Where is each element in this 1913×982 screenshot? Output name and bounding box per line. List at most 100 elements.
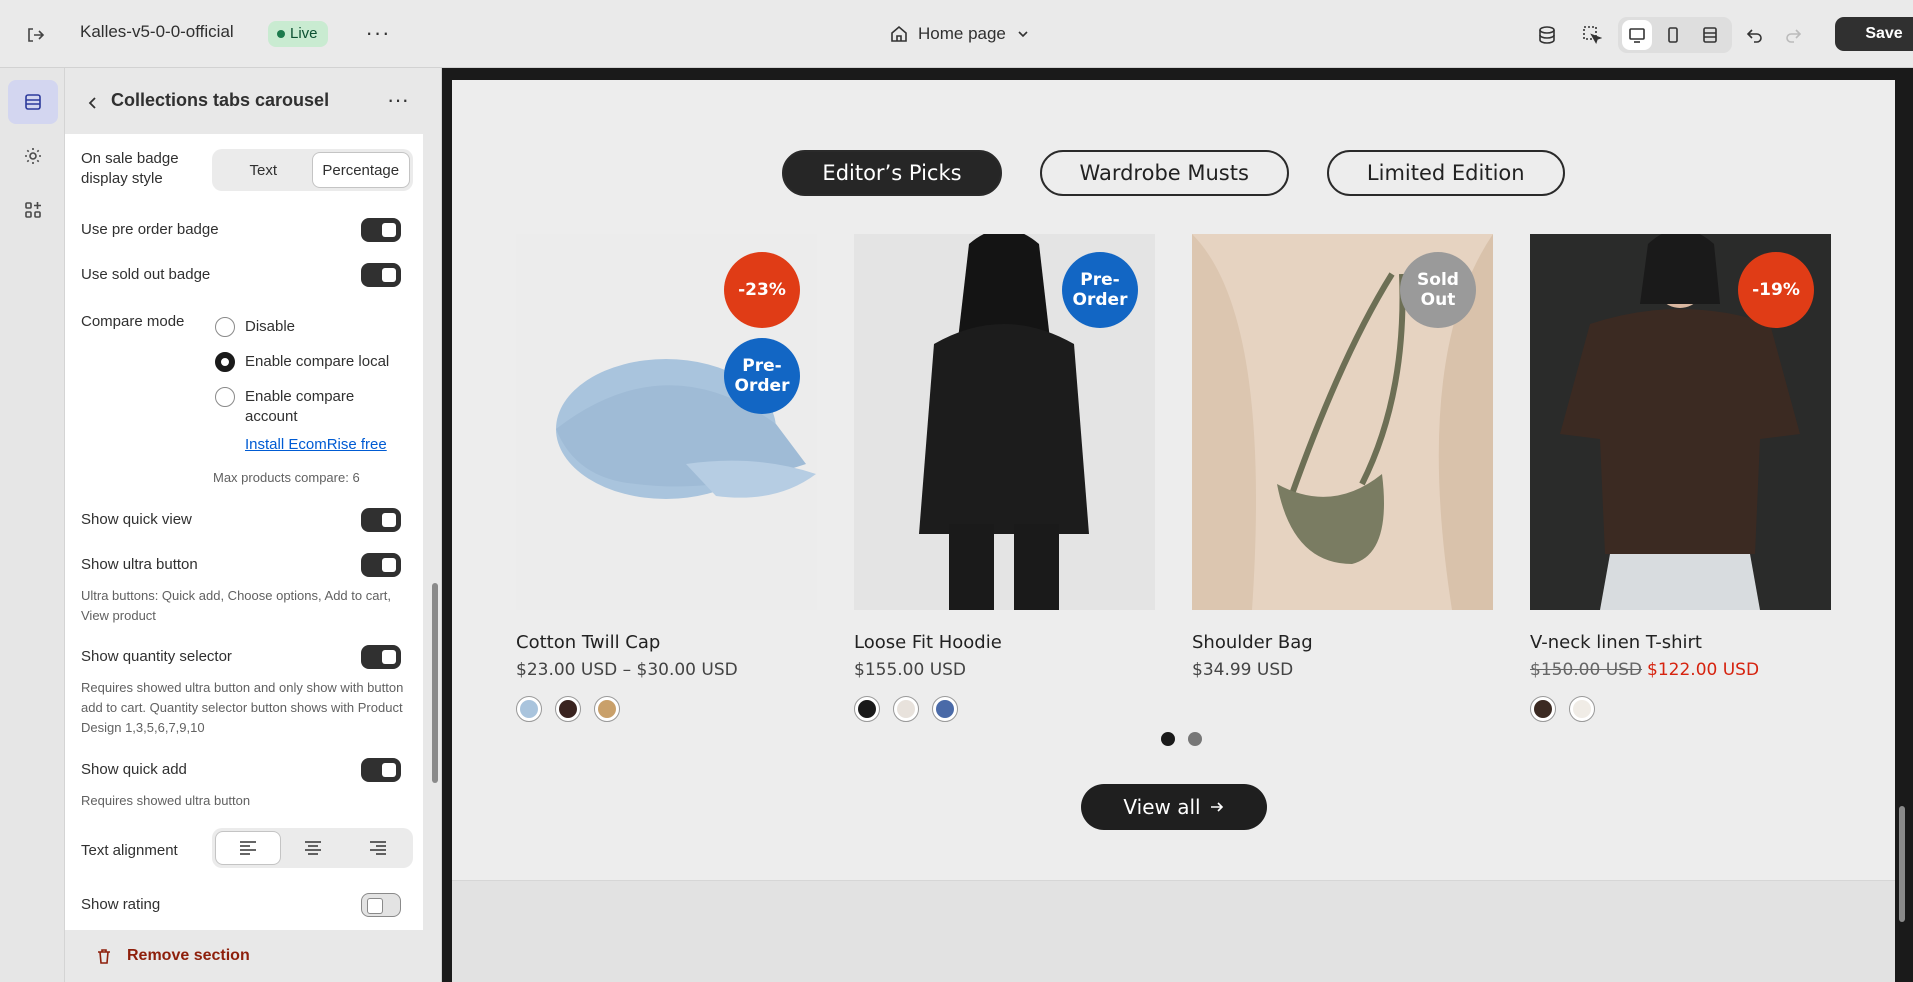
product-price: $23.00 USD – $30.00 USD — [516, 660, 738, 680]
mobile-view-icon[interactable] — [1658, 20, 1688, 50]
align-left-icon[interactable] — [215, 831, 282, 865]
desktop-view-icon[interactable] — [1622, 20, 1652, 50]
ultra-button-row: Show ultra button — [81, 553, 413, 577]
color-swatch[interactable] — [932, 696, 958, 722]
color-swatch[interactable] — [594, 696, 620, 722]
more-actions-icon[interactable]: ··· — [364, 20, 392, 48]
max-compare-help: Max products compare: 6 — [213, 470, 360, 485]
show-rating-row: Show rating — [81, 893, 413, 917]
color-swatches — [1530, 696, 1831, 722]
product-name[interactable]: Loose Fit Hoodie — [854, 632, 1155, 653]
sale-badge-percentage-option[interactable]: Percentage — [311, 152, 410, 188]
color-swatch[interactable] — [1530, 696, 1556, 722]
collection-tabs: Editor’s Picks Wardrobe Musts Limited Ed… — [452, 150, 1895, 196]
sale-badge: -19% — [1738, 252, 1814, 328]
product-image[interactable]: -23% Pre- Order — [516, 234, 817, 610]
product-price: $150.00 USD $122.00 USD — [1530, 660, 1831, 680]
exit-icon[interactable] — [22, 22, 48, 48]
undo-icon[interactable] — [1740, 20, 1770, 50]
product-price: $34.99 USD — [1192, 660, 1294, 680]
product-card[interactable]: Pre- Order Loose Fit Hoodie $155.00 USD — [854, 234, 1155, 722]
product-price: $155.00 USD — [854, 660, 967, 680]
collections-tabs-section[interactable]: Editor’s Picks Wardrobe Musts Limited Ed… — [452, 80, 1895, 880]
align-center-icon[interactable] — [281, 831, 345, 865]
page-selector-label: Home page — [918, 24, 1006, 43]
pre-order-badge-row: Use pre order badge — [81, 218, 413, 242]
compare-local-label: Enable compare local — [245, 353, 390, 370]
panel-more-icon[interactable]: ··· — [383, 86, 413, 116]
tab-wardrobe-musts[interactable]: Wardrobe Musts — [1039, 150, 1289, 196]
preview-scrollbar[interactable] — [1899, 806, 1905, 922]
panel-scrollbar-thumb[interactable] — [432, 583, 438, 783]
quick-view-toggle[interactable] — [361, 508, 401, 532]
fullscreen-view-icon[interactable] — [1695, 20, 1725, 50]
product-name[interactable]: Shoulder Bag — [1192, 632, 1493, 653]
text-alignment-segmented — [212, 828, 413, 868]
store-name[interactable]: Kalles-v5-0-0-official — [80, 22, 234, 42]
sold-out-badge: Sold Out — [1400, 252, 1476, 328]
show-rating-toggle[interactable] — [361, 893, 401, 917]
color-swatch[interactable] — [893, 696, 919, 722]
quantity-selector-toggle[interactable] — [361, 645, 401, 669]
compare-local-radio[interactable] — [215, 352, 235, 372]
product-card[interactable]: -23% Pre- Order Cotton Twill Cap $23.00 … — [516, 234, 817, 722]
product-name[interactable]: Cotton Twill Cap — [516, 632, 817, 653]
color-swatches — [516, 696, 817, 722]
view-all-button[interactable]: View all — [1081, 784, 1267, 830]
ultra-button-toggle[interactable] — [361, 553, 401, 577]
pre-order-badge: Pre- Order — [1062, 252, 1138, 328]
product-name[interactable]: V-neck linen T-shirt — [1530, 632, 1831, 653]
database-icon[interactable] — [1532, 20, 1562, 50]
chevron-down-icon — [1018, 31, 1028, 38]
remove-section-button[interactable]: Remove section — [65, 930, 442, 982]
compare-account-label: Enable compare account — [245, 388, 355, 425]
pre-order-badge: Pre- Order — [724, 338, 800, 414]
gear-icon[interactable] — [8, 134, 58, 178]
save-button[interactable]: Save — [1835, 17, 1913, 51]
compare-at-price: $150.00 USD — [1530, 660, 1643, 680]
sale-badge-style-segmented: Text Percentage — [212, 149, 413, 191]
pre-order-badge-toggle[interactable] — [361, 218, 401, 242]
color-swatch[interactable] — [516, 696, 542, 722]
page-selector[interactable]: Home page — [890, 20, 1030, 48]
live-status-badge: Live — [268, 21, 328, 47]
sale-badge-text-option[interactable]: Text — [215, 152, 312, 188]
color-swatch[interactable] — [1569, 696, 1595, 722]
home-icon — [891, 25, 907, 42]
product-image[interactable]: -19% — [1530, 234, 1831, 610]
carousel-dot[interactable] — [1161, 732, 1175, 746]
quick-view-row: Show quick view — [81, 508, 413, 532]
next-section-placeholder — [452, 880, 1895, 982]
sale-price: $122.00 USD — [1647, 660, 1760, 680]
redo-icon[interactable] — [1778, 20, 1808, 50]
product-card[interactable]: -19% V-neck linen T-shirt $150.00 USD $12… — [1530, 234, 1831, 722]
storefront-preview: Editor’s Picks Wardrobe Musts Limited Ed… — [452, 80, 1895, 982]
inspector-icon[interactable] — [1577, 20, 1607, 50]
align-right-icon[interactable] — [346, 831, 410, 865]
color-swatches — [854, 696, 1155, 722]
quick-add-help: Requires showed ultra button — [81, 793, 251, 808]
arrow-right-icon — [1210, 802, 1223, 812]
color-swatch[interactable] — [555, 696, 581, 722]
tab-limited-edition[interactable]: Limited Edition — [1326, 150, 1565, 196]
sold-out-badge-row: Use sold out badge — [81, 263, 413, 287]
tab-editors-picks[interactable]: Editor’s Picks — [782, 150, 1002, 196]
compare-account-radio[interactable] — [215, 387, 235, 407]
ultra-button-help: Ultra buttons: Quick add, Choose options… — [81, 588, 392, 623]
product-image[interactable]: Pre- Order — [854, 234, 1155, 610]
install-ecomrise-link[interactable]: Install EcomRise free — [245, 436, 387, 453]
quantity-selector-row: Show quantity selector — [81, 645, 413, 669]
panel-title: Collections tabs carousel — [111, 90, 330, 110]
sold-out-badge-toggle[interactable] — [361, 263, 401, 287]
sections-icon[interactable] — [8, 80, 58, 124]
product-card[interactable]: Sold Out Shoulder Bag $34.99 USD — [1192, 234, 1493, 680]
settings-list[interactable]: On sale badge display style Text Percent… — [65, 134, 423, 930]
color-swatch[interactable] — [854, 696, 880, 722]
product-image[interactable]: Sold Out — [1192, 234, 1493, 610]
back-arrow-icon[interactable] — [80, 90, 106, 116]
panel-scrollbar[interactable] — [432, 138, 438, 982]
apps-icon[interactable] — [8, 188, 58, 232]
compare-disable-radio[interactable] — [215, 317, 235, 337]
quick-add-toggle[interactable] — [361, 758, 401, 782]
carousel-dot[interactable] — [1188, 732, 1202, 746]
